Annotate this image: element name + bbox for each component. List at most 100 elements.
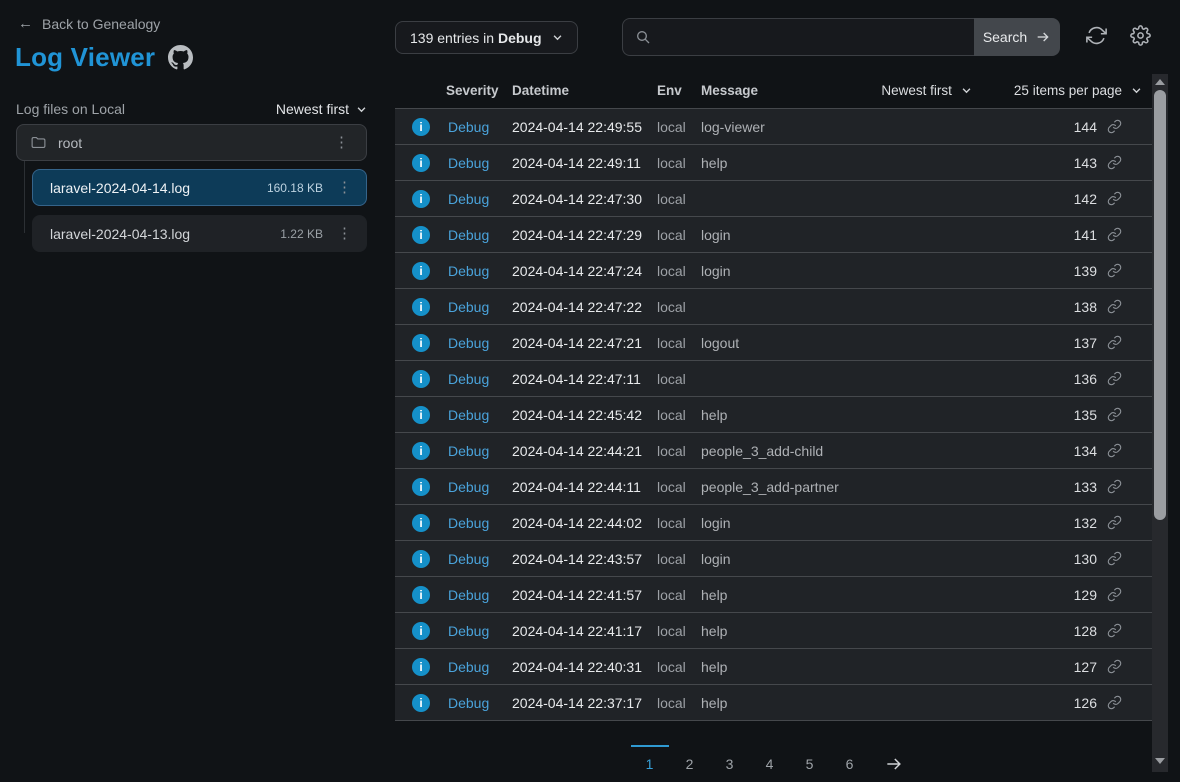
log-entry-row[interactable]: i Debug 2024-04-14 22:40:31 local help 1… (395, 649, 1152, 685)
severity-link[interactable]: Debug (448, 155, 512, 171)
search-button[interactable]: Search (974, 18, 1060, 56)
files-sort-dropdown[interactable]: Newest first (276, 101, 367, 117)
log-entry-row[interactable]: i Debug 2024-04-14 22:47:11 local 136 (395, 361, 1152, 397)
folder-icon (30, 134, 47, 151)
severity-link[interactable]: Debug (448, 695, 512, 711)
column-header-message[interactable]: Message (701, 83, 881, 98)
datetime-cell: 2024-04-14 22:44:11 (512, 479, 657, 495)
datetime-cell: 2024-04-14 22:44:21 (512, 443, 657, 459)
severity-link[interactable]: Debug (448, 551, 512, 567)
permalink-icon[interactable] (1107, 227, 1122, 242)
files-sort-label: Newest first (276, 101, 349, 117)
permalink-icon[interactable] (1107, 659, 1122, 674)
file-menu-button[interactable]: ⋮ (333, 224, 356, 243)
table-sort-dropdown[interactable]: Newest first (881, 83, 972, 98)
log-entry-row[interactable]: i Debug 2024-04-14 22:47:21 local logout… (395, 325, 1152, 361)
column-header-env[interactable]: Env (657, 83, 701, 98)
severity-link[interactable]: Debug (448, 659, 512, 675)
log-file-item[interactable]: laravel-2024-04-14.log 160.18 KB ⋮ (32, 169, 367, 206)
scrollbar-thumb[interactable] (1154, 90, 1166, 520)
log-entry-row[interactable]: i Debug 2024-04-14 22:44:21 local people… (395, 433, 1152, 469)
log-entry-row[interactable]: i Debug 2024-04-14 22:37:17 local help 1… (395, 685, 1152, 721)
env-cell: local (657, 407, 701, 423)
message-cell: help (701, 407, 1074, 423)
permalink-icon[interactable] (1107, 299, 1122, 314)
severity-link[interactable]: Debug (448, 515, 512, 531)
info-icon: i (412, 334, 430, 352)
permalink-icon[interactable] (1107, 587, 1122, 602)
github-icon[interactable] (168, 45, 193, 70)
severity-link[interactable]: Debug (448, 263, 512, 279)
severity-link[interactable]: Debug (448, 479, 512, 495)
pagination-page-button[interactable]: 6 (831, 745, 869, 772)
folder-menu-button[interactable]: ⋮ (330, 133, 353, 152)
severity-link[interactable]: Debug (448, 227, 512, 243)
entries-filter-dropdown[interactable]: 139 entries in Debug (395, 21, 578, 54)
log-entry-row[interactable]: i Debug 2024-04-14 22:49:55 local log-vi… (395, 109, 1152, 145)
log-entry-row[interactable]: i Debug 2024-04-14 22:47:24 local login … (395, 253, 1152, 289)
folder-row-root[interactable]: root ⋮ (16, 124, 367, 161)
file-menu-button[interactable]: ⋮ (333, 178, 356, 197)
log-entry-row[interactable]: i Debug 2024-04-14 22:47:22 local 138 (395, 289, 1152, 325)
log-entry-row[interactable]: i Debug 2024-04-14 22:47:30 local 142 (395, 181, 1152, 217)
log-entry-row[interactable]: i Debug 2024-04-14 22:47:29 local login … (395, 217, 1152, 253)
permalink-icon[interactable] (1107, 479, 1122, 494)
permalink-icon[interactable] (1107, 155, 1122, 170)
column-header-datetime[interactable]: Datetime (512, 83, 657, 98)
severity-link[interactable]: Debug (448, 371, 512, 387)
severity-link[interactable]: Debug (448, 443, 512, 459)
permalink-icon[interactable] (1107, 623, 1122, 638)
permalink-icon[interactable] (1107, 695, 1122, 710)
pagination-page-button[interactable]: 2 (671, 745, 709, 772)
settings-button[interactable] (1130, 25, 1154, 49)
severity-link[interactable]: Debug (448, 299, 512, 315)
log-file-size: 160.18 KB (267, 181, 323, 195)
log-entry-row[interactable]: i Debug 2024-04-14 22:44:11 local people… (395, 469, 1152, 505)
log-entry-row[interactable]: i Debug 2024-04-14 22:49:11 local help 1… (395, 145, 1152, 181)
log-entry-row[interactable]: i Debug 2024-04-14 22:45:42 local help 1… (395, 397, 1152, 433)
pagination-page-button[interactable]: 4 (751, 745, 789, 772)
severity-link[interactable]: Debug (448, 407, 512, 423)
log-file-item[interactable]: laravel-2024-04-13.log 1.22 KB ⋮ (32, 215, 367, 252)
permalink-icon[interactable] (1107, 407, 1122, 422)
message-cell: people_3_add-partner (701, 479, 1074, 495)
entries-filter-text: 139 entries in Debug (410, 30, 542, 46)
files-header-label: Log files on Local (16, 101, 125, 117)
log-entry-row[interactable]: i Debug 2024-04-14 22:43:57 local login … (395, 541, 1152, 577)
scroll-down-arrow-icon[interactable] (1155, 758, 1165, 764)
search-input[interactable] (651, 19, 974, 55)
log-entry-row[interactable]: i Debug 2024-04-14 22:44:02 local login … (395, 505, 1152, 541)
permalink-icon[interactable] (1107, 515, 1122, 530)
per-page-dropdown[interactable]: 25 items per page (1014, 83, 1142, 98)
permalink-icon[interactable] (1107, 335, 1122, 350)
log-entries-table: i Debug 2024-04-14 22:49:55 local log-vi… (395, 108, 1152, 721)
pagination-next-button[interactable] (871, 745, 917, 774)
pagination-page-button[interactable]: 5 (791, 745, 829, 772)
severity-link[interactable]: Debug (448, 119, 512, 135)
permalink-icon[interactable] (1107, 371, 1122, 386)
scroll-up-arrow-icon[interactable] (1155, 79, 1165, 85)
info-icon: i (412, 622, 430, 640)
severity-link[interactable]: Debug (448, 191, 512, 207)
permalink-icon[interactable] (1107, 551, 1122, 566)
permalink-icon[interactable] (1107, 191, 1122, 206)
severity-link[interactable]: Debug (448, 335, 512, 351)
refresh-icon (1086, 25, 1107, 46)
log-entry-row[interactable]: i Debug 2024-04-14 22:41:57 local help 1… (395, 577, 1152, 613)
severity-link[interactable]: Debug (448, 623, 512, 639)
severity-link[interactable]: Debug (448, 587, 512, 603)
info-icon: i (412, 478, 430, 496)
datetime-cell: 2024-04-14 22:44:02 (512, 515, 657, 531)
log-entry-row[interactable]: i Debug 2024-04-14 22:41:17 local help 1… (395, 613, 1152, 649)
entry-index: 139 (1074, 263, 1097, 279)
permalink-icon[interactable] (1107, 119, 1122, 134)
permalink-icon[interactable] (1107, 443, 1122, 458)
pagination-page-button[interactable]: 3 (711, 745, 749, 772)
vertical-scrollbar[interactable] (1152, 74, 1168, 772)
column-header-severity[interactable]: Severity (446, 83, 512, 98)
permalink-icon[interactable] (1107, 263, 1122, 278)
table-sort-label: Newest first (881, 83, 952, 98)
refresh-button[interactable] (1086, 25, 1110, 49)
back-link[interactable]: ← Back to Genealogy (18, 15, 160, 32)
pagination-page-button[interactable]: 1 (631, 745, 669, 772)
